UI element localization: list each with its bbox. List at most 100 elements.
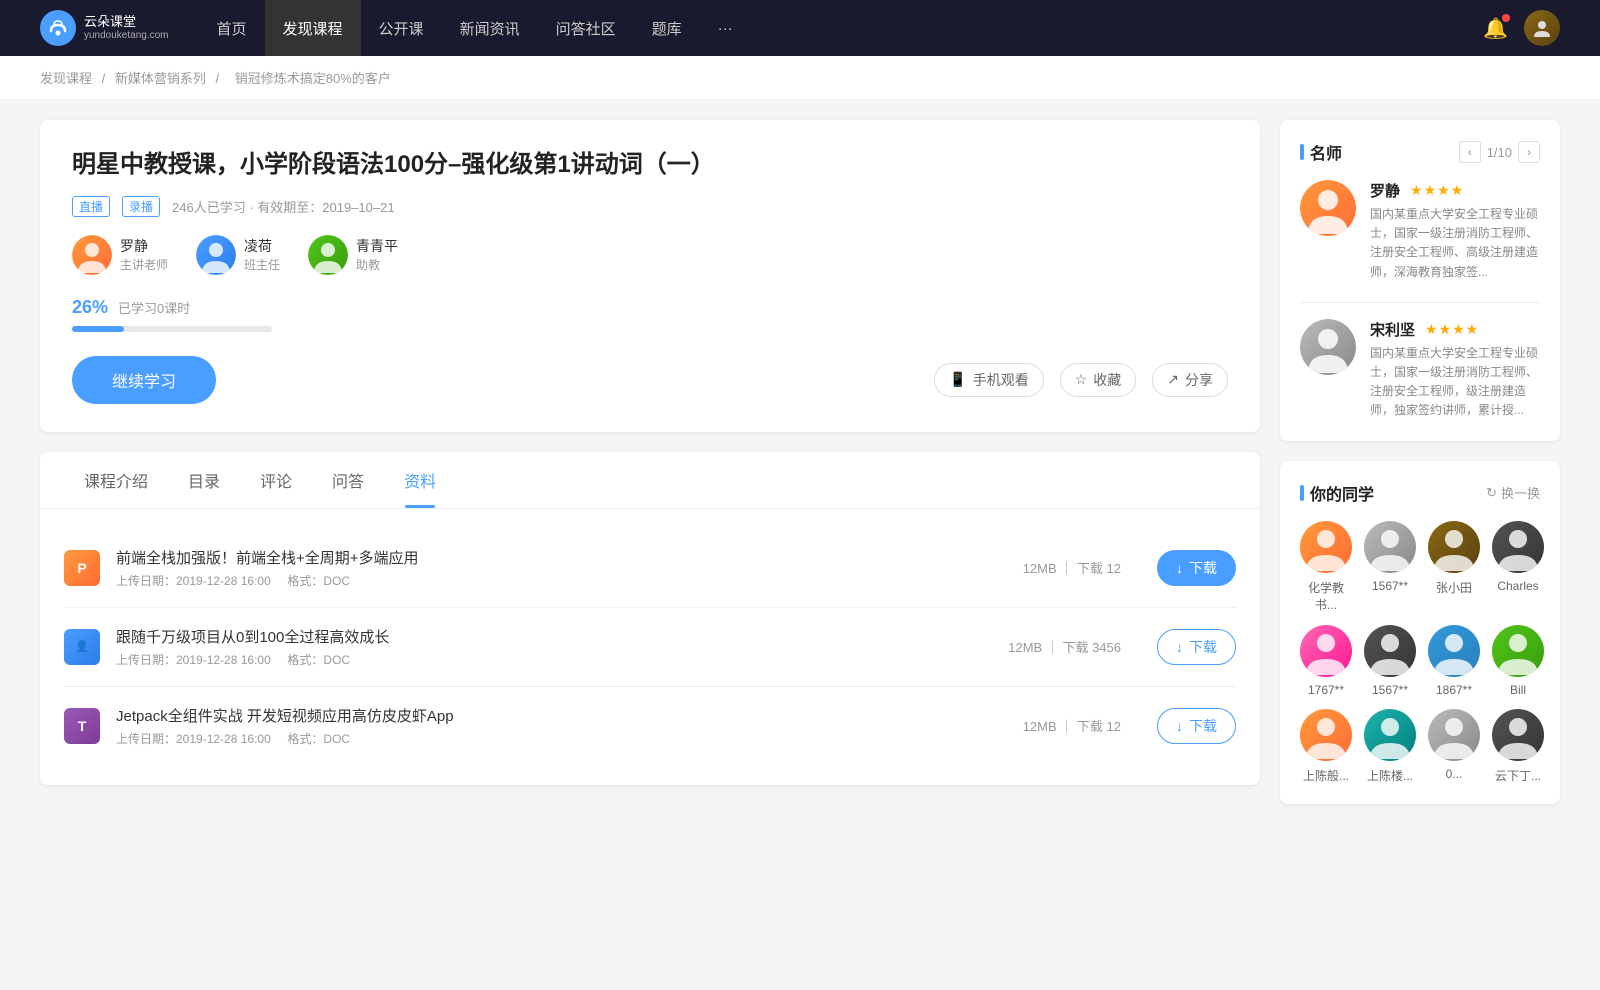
resources-list: P 前端全栈加强版！前端全栈+全周期+多端应用 上传日期：2019-12-28 … <box>40 509 1260 785</box>
download-button-0[interactable]: ↓ 下载 <box>1157 550 1236 586</box>
navbar: 云朵课堂 yundouketang.com 首页 发现课程 公开课 新闻资讯 问… <box>0 0 1600 56</box>
classmate-avatar-7[interactable] <box>1492 625 1544 677</box>
resource-title-2: Jetpack全组件实战 开发短视频应用高仿皮皮虾App <box>116 705 1007 726</box>
classmate-name-11: 云下丁... <box>1495 767 1541 784</box>
teacher-item-0: 罗静 ★★★★ 国内某重点大学安全工程专业硕士，国家一级注册消防工程师、注册安全… <box>1300 180 1540 282</box>
download-button-1[interactable]: ↓ 下载 <box>1157 629 1236 665</box>
resource-meta-0: 上传日期：2019-12-28 16:00 格式：DOC <box>116 572 1007 589</box>
instructor-role-1: 班主任 <box>244 256 280 273</box>
tabs-card: 课程介绍 目录 评论 问答 资料 P 前端全栈加强版！前端全栈+全周期+多端应用… <box>40 452 1260 785</box>
breadcrumb-link-1[interactable]: 发现课程 <box>40 71 92 86</box>
share-button[interactable]: ↗ 分享 <box>1152 363 1228 397</box>
progress-fill <box>72 326 124 332</box>
teacher-desc-1: 国内某重点大学安全工程专业硕士，国家一级注册消防工程师、注册安全工程师，级注册建… <box>1370 344 1540 421</box>
instructor-avatar-1 <box>196 235 236 275</box>
breadcrumb-current: 销冠修炼术搞定80%的客户 <box>235 71 391 86</box>
classmate-1: 1567** <box>1364 521 1416 613</box>
teacher-stars-1: ★★★★ <box>1425 321 1479 338</box>
instructors: 罗静 主讲老师 凌荷 班主任 <box>72 235 1228 275</box>
course-header-card: 明星中教授课，小学阶段语法100分–强化级第1讲动词（一） 直播 录播 246人… <box>40 120 1260 432</box>
breadcrumb-link-2[interactable]: 新媒体营销系列 <box>115 71 206 86</box>
teacher-avatar-0 <box>1300 180 1356 236</box>
classmate-4: 1767** <box>1300 625 1352 697</box>
classmate-avatar-5[interactable] <box>1364 625 1416 677</box>
classmate-avatar-3[interactable] <box>1492 521 1544 573</box>
classmate-3: Charles <box>1492 521 1544 613</box>
tab-review[interactable]: 评论 <box>240 452 312 508</box>
nav-opencourse[interactable]: 公开课 <box>361 0 442 56</box>
pagination: ‹ 1/10 › <box>1459 141 1540 163</box>
classmate-name-7: Bill <box>1510 683 1526 697</box>
resource-title-0: 前端全栈加强版！前端全栈+全周期+多端应用 <box>116 547 1007 568</box>
content-area: 明星中教授课，小学阶段语法100分–强化级第1讲动词（一） 直播 录播 246人… <box>40 120 1260 824</box>
classmate-name-1: 1567** <box>1372 579 1408 593</box>
instructor-1: 凌荷 班主任 <box>196 235 280 275</box>
resource-stats-1: 12MB ｜ 下载 3456 <box>1008 637 1121 656</box>
favorite-button[interactable]: ☆ 收藏 <box>1060 363 1137 397</box>
tab-qa[interactable]: 问答 <box>312 452 384 508</box>
classmate-avatar-9[interactable] <box>1364 709 1416 761</box>
instructor-0: 罗静 主讲老师 <box>72 235 168 275</box>
bell-icon[interactable]: 🔔 <box>1483 16 1508 41</box>
mobile-watch-button[interactable]: 📱 手机观看 <box>934 363 1043 397</box>
course-actions: 继续学习 📱 手机观看 ☆ 收藏 ↗ 分享 <box>72 356 1228 404</box>
tab-intro[interactable]: 课程介绍 <box>64 452 168 508</box>
classmate-avatar-0[interactable] <box>1300 521 1352 573</box>
action-buttons: 📱 手机观看 ☆ 收藏 ↗ 分享 <box>934 363 1228 397</box>
classmate-0: 化学教书... <box>1300 521 1352 613</box>
logo-text: 云朵课堂 yundouketang.com <box>84 14 169 42</box>
course-meta: 直播 录播 246人已学习 · 有效期至：2019–10–21 <box>72 196 1228 217</box>
teachers-card: 名师 ‹ 1/10 › 罗静 ★★★★ <box>1280 120 1560 441</box>
continue-button[interactable]: 继续学习 <box>72 356 216 404</box>
teacher-divider <box>1300 302 1540 303</box>
next-page-button[interactable]: › <box>1518 141 1540 163</box>
classmate-5: 1567** <box>1364 625 1416 697</box>
logo[interactable]: 云朵课堂 yundouketang.com <box>40 10 169 46</box>
nav-questions[interactable]: 题库 <box>634 0 700 56</box>
nav-right: 🔔 <box>1483 10 1560 46</box>
classmate-name-8: 上陈般... <box>1303 767 1349 784</box>
user-avatar[interactable] <box>1524 10 1560 46</box>
resource-meta-1: 上传日期：2019-12-28 16:00 格式：DOC <box>116 651 992 668</box>
teacher-avatar-1 <box>1300 319 1356 375</box>
progress-percent: 26% <box>72 297 108 318</box>
course-title: 明星中教授课，小学阶段语法100分–强化级第1讲动词（一） <box>72 148 1228 182</box>
logo-icon <box>40 10 76 46</box>
download-button-2[interactable]: ↓ 下载 <box>1157 708 1236 744</box>
nav-items: 首页 发现课程 公开课 新闻资讯 问答社区 题库 ··· <box>199 0 841 56</box>
refresh-button[interactable]: ↻ 换一换 <box>1486 483 1540 502</box>
classmate-avatar-8[interactable] <box>1300 709 1352 761</box>
resource-icon-2: T <box>64 708 100 744</box>
main-layout: 明星中教授课，小学阶段语法100分–强化级第1讲动词（一） 直播 录播 246人… <box>0 100 1600 844</box>
classmates-grid: 化学教书... 1567** 张小田 <box>1300 521 1540 784</box>
resource-title-1: 跟随千万级项目从0到100全过程高效成长 <box>116 626 992 647</box>
classmate-avatar-6[interactable] <box>1428 625 1480 677</box>
teacher-name-0: 罗静 <box>1370 180 1400 201</box>
classmate-avatar-1[interactable] <box>1364 521 1416 573</box>
nav-discover[interactable]: 发现课程 <box>265 0 361 56</box>
nav-more[interactable]: ··· <box>700 0 751 56</box>
classmates-title: 你的同学 <box>1300 481 1374 505</box>
classmate-name-9: 上陈楼... <box>1367 767 1413 784</box>
classmate-11: 云下丁... <box>1492 709 1544 784</box>
resource-icon-1: 👤 <box>64 629 100 665</box>
teacher-desc-0: 国内某重点大学安全工程专业硕士，国家一级注册消防工程师、注册安全工程师、高级注册… <box>1370 205 1540 282</box>
prev-page-button[interactable]: ‹ <box>1459 141 1481 163</box>
classmate-name-10: 0... <box>1446 767 1463 781</box>
teacher-name-1: 宋利坚 <box>1370 319 1415 340</box>
instructor-name-1: 凌荷 <box>244 236 280 256</box>
tab-resources[interactable]: 资料 <box>384 452 456 508</box>
resource-icon-0: P <box>64 550 100 586</box>
classmate-avatar-4[interactable] <box>1300 625 1352 677</box>
nav-home[interactable]: 首页 <box>199 0 265 56</box>
classmate-avatar-11[interactable] <box>1492 709 1544 761</box>
classmate-name-0: 化学教书... <box>1300 579 1352 613</box>
nav-qa[interactable]: 问答社区 <box>538 0 634 56</box>
tab-catalog[interactable]: 目录 <box>168 452 240 508</box>
nav-news[interactable]: 新闻资讯 <box>442 0 538 56</box>
classmate-name-6: 1867** <box>1436 683 1472 697</box>
classmate-avatar-10[interactable] <box>1428 709 1480 761</box>
classmate-avatar-2[interactable] <box>1428 521 1480 573</box>
classmate-name-4: 1767** <box>1308 683 1344 697</box>
share-icon: ↗ <box>1167 371 1179 388</box>
